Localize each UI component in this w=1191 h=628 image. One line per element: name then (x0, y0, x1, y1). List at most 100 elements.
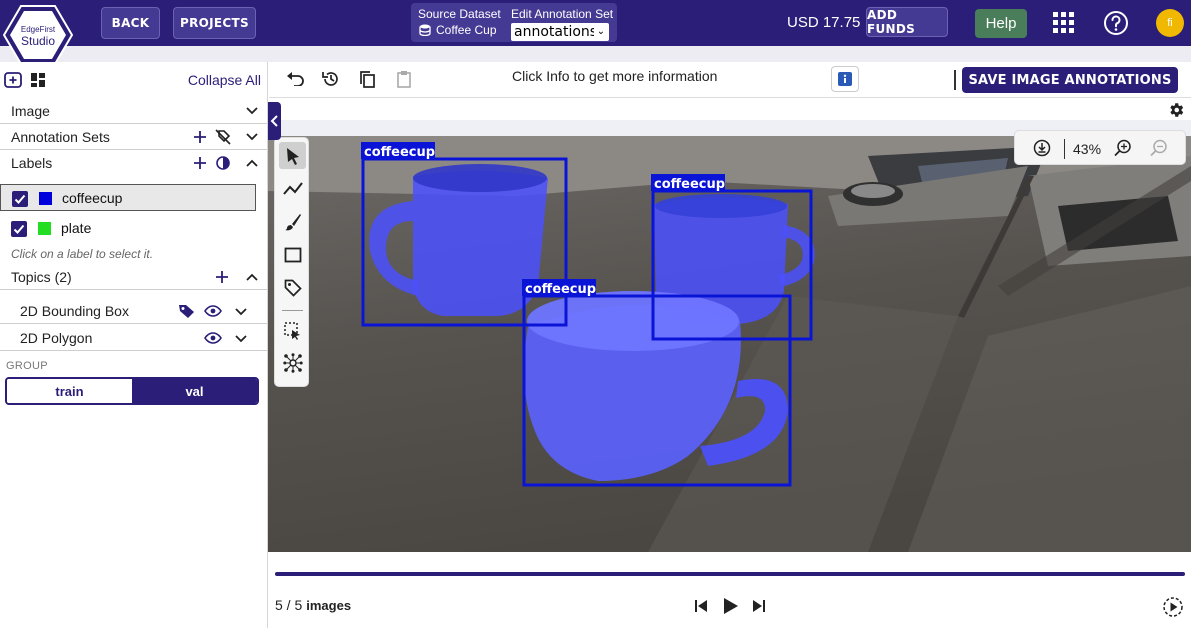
back-button[interactable]: BACK (101, 7, 160, 39)
question-icon[interactable] (1103, 10, 1129, 36)
hide-label-icon[interactable] (215, 129, 231, 145)
zoom-level: 43% (1073, 141, 1102, 157)
download-icon[interactable] (1033, 139, 1051, 157)
eye-icon[interactable] (204, 332, 222, 344)
plus-icon[interactable] (193, 156, 207, 170)
group-label: GROUP (6, 360, 48, 372)
annotation-set-select[interactable]: annotations ⌄ (511, 23, 609, 41)
paste-icon[interactable] (396, 70, 412, 89)
add-panel-icon[interactable] (4, 72, 22, 88)
chevron-down-icon: ⌄ (594, 24, 608, 40)
topic-item-polygon[interactable]: 2D Polygon (0, 325, 267, 351)
chevron-up-icon[interactable] (246, 272, 258, 282)
label-item-plate[interactable]: plate (0, 215, 256, 242)
section-image[interactable]: Image (0, 98, 267, 124)
label-hint: Click on a label to select it. (11, 247, 154, 261)
chevron-down-icon[interactable] (235, 307, 247, 317)
skip-next-icon[interactable] (752, 599, 766, 613)
annotation-set-value: annotations (514, 24, 598, 40)
user-avatar[interactable]: fi (1156, 9, 1184, 37)
chevron-up-icon[interactable] (246, 158, 258, 168)
annotation-canvas[interactable]: coffeecup coffeecup coffeecup (268, 136, 1191, 552)
sidebar-toolbar: Collapse All (0, 62, 267, 98)
pointer-icon (286, 147, 299, 165)
ai-model-tool[interactable] (279, 349, 306, 376)
history-icon[interactable] (322, 70, 340, 88)
section-image-title: Image (11, 103, 50, 119)
topic-name: 2D Bounding Box (20, 303, 129, 319)
auto-select-tool[interactable] (279, 317, 306, 344)
source-dataset-label: Source Dataset (418, 7, 501, 21)
zoom-panel: 43% (1014, 130, 1186, 165)
edit-annotation-set-label: Edit Annotation Set (511, 7, 614, 21)
zoom-out-icon[interactable] (1150, 139, 1168, 157)
add-funds-button[interactable]: ADD FUNDS (866, 7, 948, 37)
rectangle-icon (284, 247, 301, 262)
tag-icon[interactable] (178, 304, 195, 319)
topic-item-bounding-box[interactable]: 2D Bounding Box (0, 298, 267, 324)
gear-icon[interactable] (1167, 101, 1185, 119)
group-option-val[interactable]: val (132, 379, 257, 403)
zoom-in-icon[interactable] (1114, 139, 1132, 157)
header-divider (0, 46, 1191, 62)
page-indicator: 5 / 5 (275, 597, 303, 613)
group-toggle: train val (5, 377, 259, 405)
image-progress-bar[interactable] (275, 572, 1185, 576)
label-item-coffeecup[interactable]: coffeecup (0, 184, 256, 211)
editor-toolbar: Click Info to get more information SAVE … (269, 62, 1191, 98)
checkbox-checked-icon[interactable] (11, 221, 27, 237)
polyline-tool[interactable] (279, 175, 306, 202)
play-icon[interactable] (723, 597, 739, 615)
tag-tool[interactable] (279, 274, 306, 301)
save-image-annotations-button[interactable]: SAVE IMAGE ANNOTATIONS (962, 67, 1178, 93)
copy-icon[interactable] (359, 70, 376, 89)
chevron-down-icon[interactable] (246, 132, 258, 142)
label-color-swatch (38, 222, 51, 235)
playback-controls (692, 596, 770, 616)
undo-icon[interactable] (286, 72, 304, 86)
rectangle-tool[interactable] (279, 241, 306, 268)
chevron-down-icon[interactable] (235, 334, 247, 344)
brush-tool[interactable] (279, 208, 306, 235)
chevron-down-icon[interactable] (246, 106, 258, 116)
section-labels[interactable]: Labels (0, 150, 267, 176)
label-name: plate (61, 220, 92, 236)
help-button[interactable]: Help (975, 9, 1027, 38)
autoplay-icon[interactable] (1162, 596, 1184, 618)
edgefirst-studio-logo[interactable]: EdgeFirst Studio (3, 4, 73, 66)
source-dataset-name: Coffee Cup (436, 23, 497, 37)
logo-top-text: EdgeFirst (21, 25, 56, 34)
plus-icon[interactable] (215, 270, 229, 284)
logo-bottom-text: Studio (21, 34, 55, 48)
projects-button[interactable]: PROJECTS (173, 7, 256, 39)
chevron-left-icon (270, 115, 278, 127)
topic-name: 2D Polygon (20, 330, 93, 346)
annotation-label: coffeecup (364, 145, 435, 160)
brush-icon (284, 213, 301, 230)
skip-previous-icon[interactable] (694, 599, 708, 613)
info-button[interactable] (831, 66, 859, 92)
tool-rail (274, 137, 309, 387)
eye-icon[interactable] (204, 305, 222, 317)
label-name: coffeecup (62, 190, 123, 206)
source-dataset-value[interactable]: Coffee Cup (419, 23, 497, 37)
tag-icon (284, 279, 302, 297)
zoom-divider (1064, 139, 1065, 159)
auto-select-icon (283, 321, 300, 340)
contrast-icon[interactable] (216, 156, 230, 170)
collapse-all-link[interactable]: Collapse All (188, 72, 261, 88)
dashboard-icon[interactable] (30, 72, 46, 88)
plus-icon[interactable] (193, 130, 207, 144)
dataset-selector: Source Dataset Edit Annotation Set Coffe… (411, 3, 617, 42)
image-pager: 5 / 5 images (275, 597, 351, 613)
tool-divider (282, 310, 303, 311)
section-annotation-sets[interactable]: Annotation Sets (0, 124, 267, 150)
left-sidebar: Collapse All Image Annotation Sets Label… (0, 62, 268, 628)
checkbox-checked-icon[interactable] (12, 191, 28, 207)
collapse-sidebar-button[interactable] (268, 102, 281, 140)
select-tool[interactable] (279, 142, 306, 169)
section-topics[interactable]: Topics (2) (0, 264, 267, 290)
group-option-train[interactable]: train (7, 379, 132, 403)
page-unit: images (306, 598, 352, 613)
apps-grid-icon[interactable] (1053, 12, 1074, 33)
